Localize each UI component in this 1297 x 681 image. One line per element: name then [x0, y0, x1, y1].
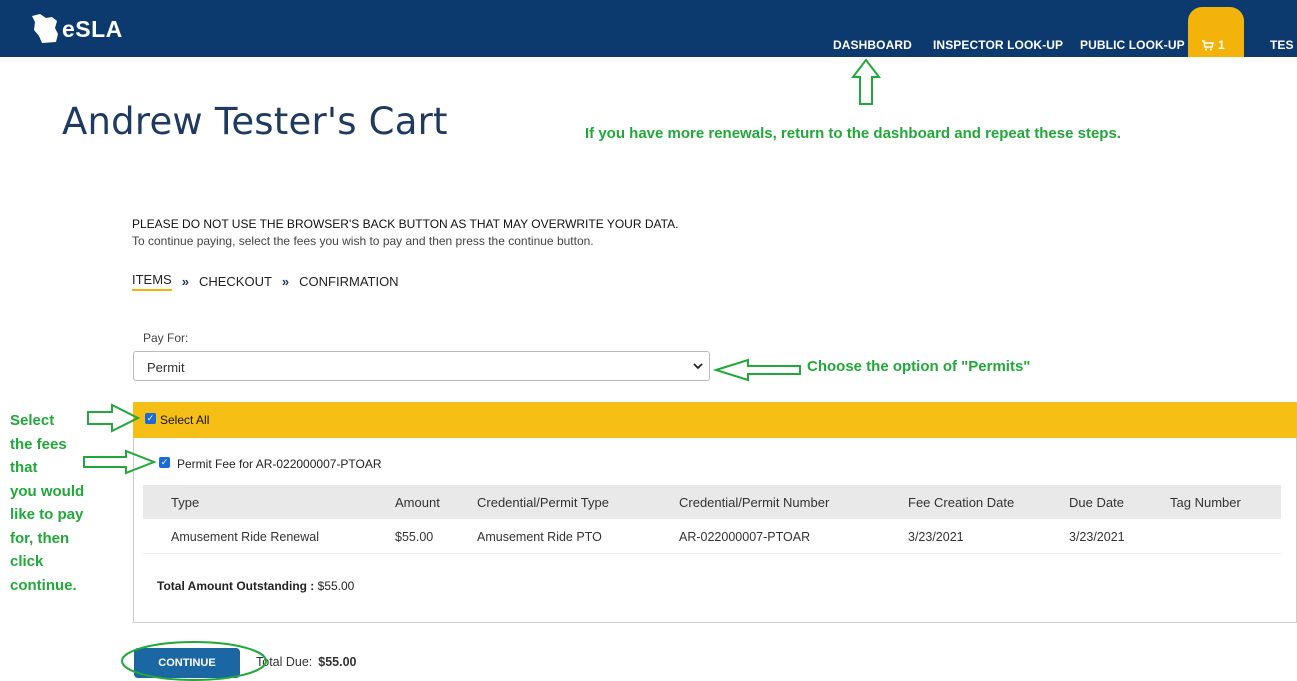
cart-icon	[1202, 39, 1214, 51]
logo-text: eSLA	[62, 15, 123, 42]
table-header-cell: Amount	[395, 495, 440, 510]
table-cell: 3/23/2021	[1069, 530, 1125, 544]
table-header-cell: Credential/Permit Type	[477, 495, 609, 510]
page-title: Andrew Tester's Cart	[62, 100, 448, 143]
table-cell: Amusement Ride Renewal	[171, 530, 319, 544]
annotation-line: continue.	[10, 576, 77, 594]
annotation-line: Select	[10, 412, 55, 429]
step-separator: »	[281, 274, 290, 289]
table-header-cell: Credential/Permit Number	[679, 495, 830, 510]
left-arrow-icon	[712, 358, 801, 382]
fee-checkbox[interactable]: ✓	[159, 457, 170, 468]
table-header-cell: Tag Number	[1170, 495, 1241, 510]
up-arrow-icon	[850, 58, 882, 105]
row-divider	[143, 553, 1281, 554]
esla-logo[interactable]: eSLA	[30, 12, 123, 46]
step-checkout: CHECKOUT	[198, 274, 272, 289]
table-header-cell: Fee Creation Date	[908, 495, 1015, 510]
select-all-label: Select All	[160, 413, 210, 427]
total-due-label: Total Due:	[256, 655, 313, 669]
nav-public-lookup[interactable]: PUBLIC LOOK-UP	[1080, 38, 1185, 52]
wisconsin-state-icon	[32, 14, 58, 43]
chevron-down-icon	[693, 363, 703, 370]
nav-user-partial[interactable]: TES	[1270, 38, 1294, 52]
cart-tab[interactable]: 1	[1188, 7, 1244, 57]
annotation-choose-permits: Choose the option of "Permits"	[807, 358, 1031, 375]
select-all-bar	[133, 402, 1297, 438]
step-confirmation: CONFIRMATION	[299, 274, 399, 289]
annotation-line: for, then	[10, 529, 70, 547]
annotation-line: like to pay	[10, 506, 84, 523]
pay-for-label: Pay For:	[143, 331, 189, 345]
continue-button[interactable]: CONTINUE	[134, 648, 240, 678]
total-outstanding: Total Amount Outstanding : $55.00	[157, 579, 354, 593]
table-cell: Amusement Ride PTO	[477, 530, 602, 544]
annotation-line: the fees	[10, 435, 67, 453]
annotation-line: that	[10, 459, 38, 476]
annotation-line: you would	[10, 482, 85, 500]
step-items: ITEMS	[132, 272, 172, 291]
table-cell: AR-022000007-PTOAR	[679, 530, 811, 544]
table-cell: $55.00	[395, 530, 434, 544]
instructions-text: To continue paying, select the fees you …	[132, 234, 594, 248]
annotation-line: click	[10, 553, 44, 570]
pay-for-value: Permit	[147, 360, 185, 375]
total-due: Total Due: $55.00	[256, 655, 357, 669]
annotation-return-dashboard: If you have more renewals, return to the…	[585, 125, 1121, 142]
total-outstanding-label: Total Amount Outstanding :	[157, 579, 315, 593]
fee-label: Permit Fee for AR-022000007-PTOAR	[177, 457, 382, 471]
total-due-value: $55.00	[318, 655, 357, 669]
back-button-warning: PLEASE DO NOT USE THE BROWSER'S BACK BUT…	[132, 217, 679, 231]
table-cell: 3/23/2021	[908, 530, 964, 544]
cart-count: 1	[1218, 38, 1225, 52]
step-separator: »	[181, 274, 189, 289]
pay-for-select[interactable]: Permit	[133, 351, 710, 381]
total-outstanding-value: $55.00	[317, 579, 355, 593]
annotation-select-fees: Select the fees that you would like to p…	[10, 409, 130, 597]
nav-inspector-lookup[interactable]: INSPECTOR LOOK-UP	[933, 38, 1063, 52]
select-all-checkbox[interactable]: ✓	[145, 413, 156, 424]
table-header-cell: Type	[171, 495, 200, 510]
nav-dashboard[interactable]: DASHBOARD	[833, 38, 912, 52]
table-header-cell: Due Date	[1069, 495, 1124, 510]
checkout-steps: ITEMS » CHECKOUT » CONFIRMATION	[132, 272, 399, 291]
